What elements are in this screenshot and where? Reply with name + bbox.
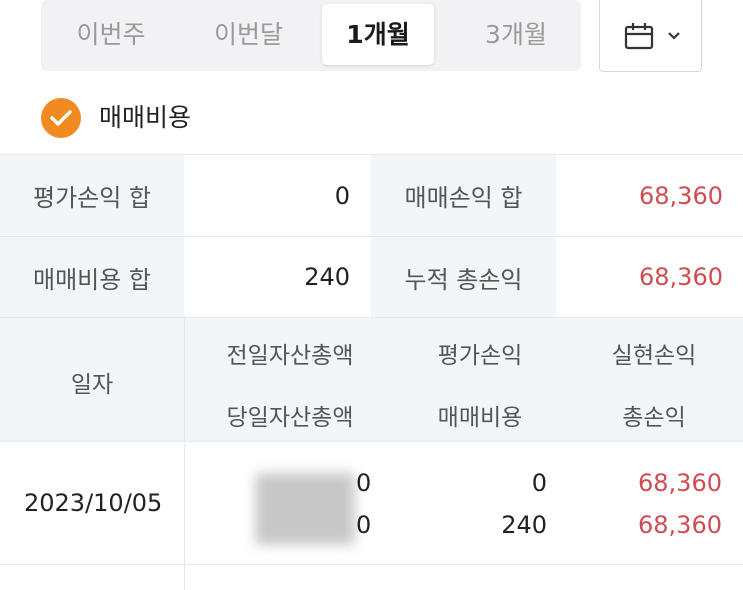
row-today-assets: 0 (356, 511, 372, 539)
row-date: 2023/10/05 (24, 489, 163, 517)
check-icon (50, 110, 72, 126)
header-prev-assets: 전일자산총액 (226, 343, 354, 369)
trading-cost-label: 매매비용 (99, 103, 192, 132)
header-trade-cost: 매매비용 (437, 405, 523, 431)
trade-pl-label: 매매손익 합 (371, 155, 556, 236)
eval-pl-label: 평가손익 합 (0, 155, 184, 236)
tab-1-month[interactable]: 1개월 (322, 4, 434, 65)
calendar-icon (624, 23, 654, 50)
tab-this-week[interactable]: 이번주 (41, 4, 181, 65)
summary-grid: 평가손익 합 0 매매손익 합 68,360 매매비용 합 240 누적 총손익… (0, 154, 743, 318)
eval-pl-value: 0 (334, 181, 350, 210)
tab-3-months[interactable]: 3개월 (441, 4, 591, 65)
table-row[interactable]: 2023/10/05 0 0 0 240 68,360 68,360 (0, 443, 743, 590)
period-selector: 이번주 이번달 1개월 3개월 (41, 0, 581, 71)
row-total-pl: 68,360 (638, 511, 722, 539)
masked-asset-values (255, 473, 355, 545)
chevron-down-icon (668, 32, 680, 40)
cum-total-label: 누적 총손익 (371, 237, 556, 317)
trade-pl-value: 68,360 (639, 181, 723, 210)
summary-row: 매매비용 합 240 누적 총손익 68,360 (0, 236, 743, 318)
table-header: 일자 전일자산총액 당일자산총액 평가손익 매매비용 실현손익 총손익 (0, 318, 743, 442)
header-date: 일자 (70, 372, 114, 398)
row-realized-pl: 68,360 (638, 469, 722, 497)
trade-cost-label: 매매비용 합 (0, 237, 184, 317)
row-trade-cost: 240 (501, 511, 547, 539)
trade-cost-value: 240 (304, 263, 350, 291)
header-eval-pl: 평가손익 (437, 343, 523, 369)
summary-row: 평가손익 합 0 매매손익 합 68,360 (0, 154, 743, 236)
divider (184, 443, 185, 590)
trading-cost-checkbox[interactable] (41, 98, 81, 138)
cum-total-value: 68,360 (639, 263, 723, 291)
header-today-assets: 당일자산총액 (226, 405, 354, 431)
tab-this-month[interactable]: 이번달 (181, 4, 316, 65)
header-total-pl: 총손익 (622, 405, 686, 431)
row-eval-pl: 0 (531, 469, 547, 497)
calendar-button[interactable] (599, 0, 702, 72)
header-realized-pl: 실현손익 (611, 343, 697, 369)
row-prev-assets: 0 (356, 469, 372, 497)
